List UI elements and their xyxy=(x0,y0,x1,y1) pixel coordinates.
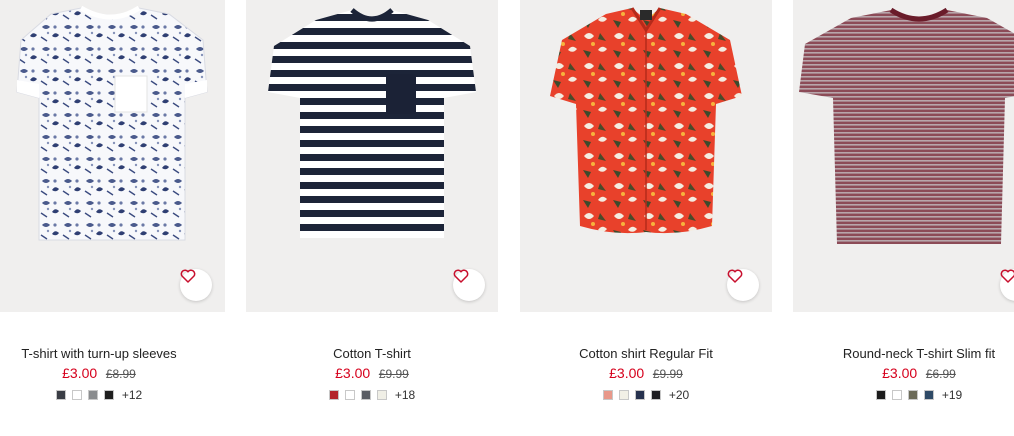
color-swatch[interactable] xyxy=(87,390,98,400)
favourite-button[interactable] xyxy=(727,269,759,301)
color-swatch[interactable] xyxy=(71,390,82,400)
color-swatch[interactable] xyxy=(55,390,66,400)
product-prices: £3.00 £9.99 xyxy=(520,365,772,381)
original-price: £9.99 xyxy=(652,367,683,381)
color-swatches: +19 xyxy=(793,388,1014,402)
original-price: £8.99 xyxy=(105,367,136,381)
product-prices: £3.00 £9.99 xyxy=(246,365,498,381)
heart-icon xyxy=(727,269,743,283)
favourite-button[interactable] xyxy=(180,269,212,301)
favourite-button[interactable] xyxy=(453,269,485,301)
product-image[interactable] xyxy=(0,0,225,312)
color-swatch[interactable] xyxy=(602,390,613,400)
color-swatch[interactable] xyxy=(618,390,629,400)
color-swatch[interactable] xyxy=(360,390,371,400)
color-swatches: +20 xyxy=(520,388,772,402)
color-swatch[interactable] xyxy=(907,390,918,400)
product-image[interactable] xyxy=(793,0,1014,312)
product-title[interactable]: Cotton T-shirt xyxy=(246,346,498,361)
product-card[interactable]: T-shirt with turn-up sleeves £3.00 £8.99… xyxy=(0,0,225,436)
original-price: £9.99 xyxy=(378,367,409,381)
heart-icon xyxy=(453,269,469,283)
more-colors-count[interactable]: +18 xyxy=(395,388,415,402)
color-swatch[interactable] xyxy=(344,390,355,400)
color-swatch[interactable] xyxy=(634,390,645,400)
product-title[interactable]: Cotton shirt Regular Fit xyxy=(520,346,772,361)
product-card[interactable]: Round-neck T-shirt Slim fit £3.00 £6.99 … xyxy=(793,0,1014,436)
product-prices: £3.00 £6.99 xyxy=(793,365,1014,381)
product-title[interactable]: Round-neck T-shirt Slim fit xyxy=(793,346,1014,361)
product-grid: T-shirt with turn-up sleeves £3.00 £8.99… xyxy=(0,0,1014,436)
product-prices: £3.00 £8.99 xyxy=(0,365,225,381)
heart-icon xyxy=(180,269,196,283)
product-card[interactable]: Cotton shirt Regular Fit £3.00 £9.99 +20 xyxy=(520,0,772,436)
original-price: £6.99 xyxy=(925,367,956,381)
color-swatch[interactable] xyxy=(923,390,934,400)
color-swatches: +12 xyxy=(0,388,225,402)
more-colors-count[interactable]: +19 xyxy=(942,388,962,402)
more-colors-count[interactable]: +20 xyxy=(669,388,689,402)
more-colors-count[interactable]: +12 xyxy=(122,388,142,402)
color-swatch[interactable] xyxy=(328,390,339,400)
heart-icon xyxy=(1000,269,1014,283)
product-card[interactable]: Cotton T-shirt £3.00 £9.99 +18 xyxy=(246,0,498,436)
color-swatch[interactable] xyxy=(103,390,114,400)
product-title[interactable]: T-shirt with turn-up sleeves xyxy=(0,346,225,361)
color-swatches: +18 xyxy=(246,388,498,402)
product-image[interactable] xyxy=(246,0,498,312)
color-swatch[interactable] xyxy=(891,390,902,400)
sale-price: £3.00 xyxy=(335,365,371,381)
sale-price: £3.00 xyxy=(609,365,645,381)
sale-price: £3.00 xyxy=(882,365,918,381)
color-swatch[interactable] xyxy=(875,390,886,400)
product-image[interactable] xyxy=(520,0,772,312)
color-swatch[interactable] xyxy=(650,390,661,400)
sale-price: £3.00 xyxy=(62,365,98,381)
color-swatch[interactable] xyxy=(376,390,387,400)
